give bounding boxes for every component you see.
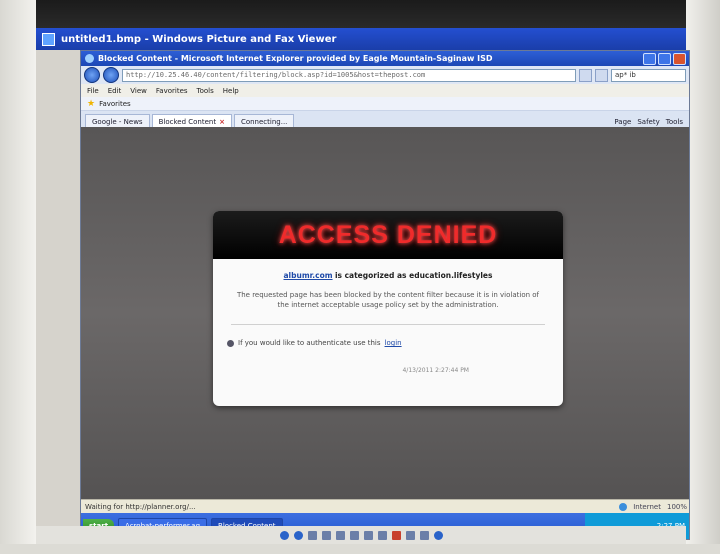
zoom-out-icon[interactable] [363,530,373,540]
monitor-bezel-left [0,0,36,554]
divider [231,324,545,325]
menu-tools[interactable]: Tools [197,87,214,95]
best-fit-icon[interactable] [307,530,317,540]
tab-connecting[interactable]: Connecting... [233,114,295,128]
login-link[interactable]: login [385,339,402,347]
picture-viewer-window: untitled1.bmp - Windows Picture and Fax … [36,28,690,544]
tab-label: Google - News [92,117,143,126]
print-icon[interactable] [405,530,415,540]
close-tab-icon[interactable]: × [219,118,225,126]
menu-edit[interactable]: Edit [108,87,122,95]
viewer-app-icon [42,32,55,46]
favorites-bar: ★ Favorites [81,97,689,111]
address-row: http://10.25.46.40/content/filtering/blo… [81,66,689,84]
stop-button[interactable] [595,68,608,82]
actual-size-icon[interactable] [321,530,331,540]
page-title: ACCESS DENIED [278,220,498,249]
minimize-button[interactable] [643,52,656,65]
monitor-bezel-right [686,0,720,554]
menu-help[interactable]: Help [223,87,239,95]
auth-text: If you would like to authenticate use th… [238,339,381,347]
menu-file[interactable]: File [87,87,99,95]
zone-label: Internet [633,502,661,511]
status-bar: Waiting for http://planner.org/... Inter… [81,499,689,513]
browser-titlebar[interactable]: Blocked Content - Microsoft Internet Exp… [81,51,689,66]
favorites-star-icon[interactable]: ★ [87,99,95,109]
menu-favorites[interactable]: Favorites [156,87,188,95]
help-icon[interactable] [433,530,443,540]
command-safety[interactable]: Safety [637,118,659,126]
tab-label: Blocked Content [158,117,217,126]
search-input[interactable]: ap* ib [611,68,686,82]
status-text: Waiting for http://planner.org/... [85,502,196,511]
timestamp: 4/13/2011 2:27:44 PM [402,367,469,374]
favorites-label[interactable]: Favorites [99,100,131,108]
menu-bar: File Edit View Favorites Tools Help [81,84,689,97]
browser-window: Blocked Content - Microsoft Internet Exp… [80,50,690,540]
window-controls [643,52,686,65]
monitor-bezel-bottom [0,544,720,554]
next-image-icon[interactable] [293,530,303,540]
category-line: albumr.com is categorized as education.l… [227,271,549,280]
tab-google-news[interactable]: Google - News [85,114,150,128]
zoom-level[interactable]: 100% [667,503,687,511]
monitor-bezel-top [0,0,720,28]
address-bar[interactable]: http://10.25.46.40/content/filtering/blo… [122,68,576,82]
viewer-title: untitled1.bmp - Windows Picture and Fax … [61,33,337,45]
card-header: ACCESS DENIED [213,211,563,259]
rotate-icon[interactable] [377,530,387,540]
blocked-site-link[interactable]: albumr.com [284,271,333,280]
block-message: The requested page has been blocked by t… [236,291,540,309]
globe-icon [619,502,628,511]
status-zone: Internet 100% [619,502,689,511]
viewer-titlebar[interactable]: untitled1.bmp - Windows Picture and Fax … [36,28,686,50]
card-body: albumr.com is categorized as education.l… [213,259,563,374]
info-icon [227,339,234,347]
maximize-button[interactable] [658,52,671,65]
category-text: is categorized as education.lifestyles [334,271,493,280]
viewer-controls [36,526,686,544]
page-content: ACCESS DENIED albumr.com is categorized … [81,127,689,499]
browser-title: Blocked Content - Microsoft Internet Exp… [98,54,493,63]
back-button[interactable] [84,67,100,83]
save-icon[interactable] [419,530,429,540]
auth-row: If you would like to authenticate use th… [227,339,549,347]
command-tools[interactable]: Tools [666,118,683,126]
menu-view[interactable]: View [130,87,147,95]
access-denied-card: ACCESS DENIED albumr.com is categorized … [213,211,563,406]
close-button[interactable] [673,52,686,65]
ie-icon [85,54,94,63]
tab-blocked-content[interactable]: Blocked Content × [151,114,232,128]
delete-icon[interactable] [391,530,401,540]
command-page[interactable]: Page [614,118,631,126]
zoom-in-icon[interactable] [349,530,359,540]
refresh-button[interactable] [579,68,592,82]
slideshow-icon[interactable] [335,530,345,540]
tab-label: Connecting... [240,117,288,126]
forward-button[interactable] [103,67,119,83]
previous-image-icon[interactable] [279,530,289,540]
